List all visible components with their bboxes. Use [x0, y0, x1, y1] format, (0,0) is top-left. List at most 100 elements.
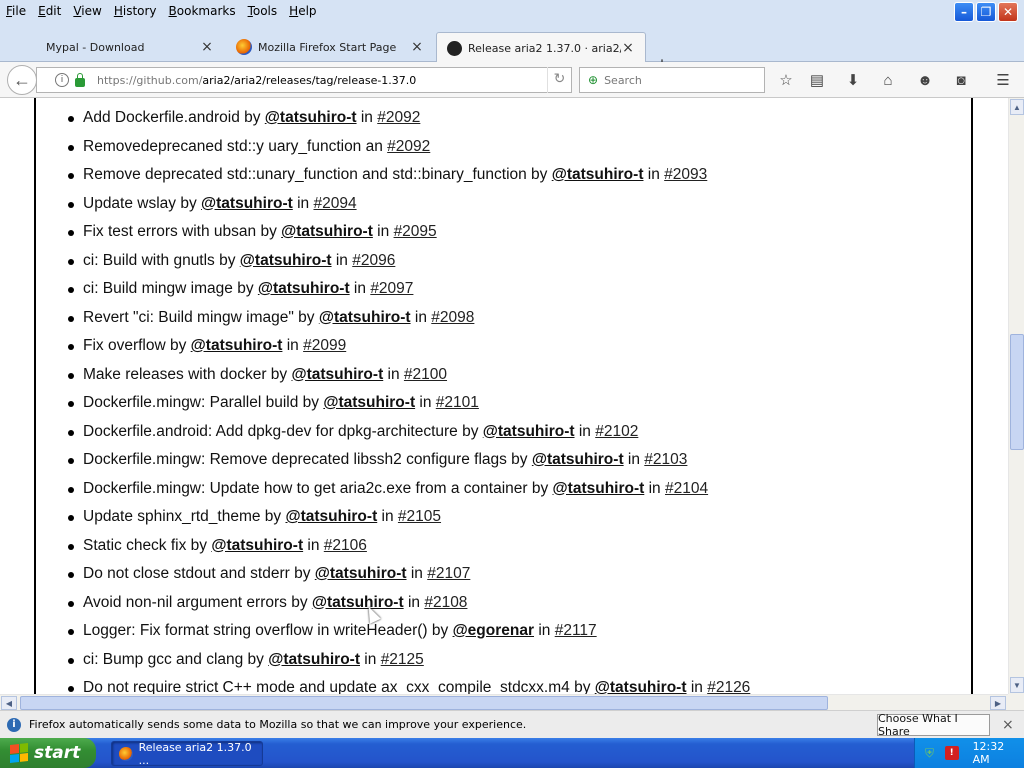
- pr-link[interactable]: #2092: [377, 109, 420, 126]
- tab-close-icon[interactable]: ×: [200, 39, 214, 55]
- pr-link[interactable]: #2105: [398, 508, 441, 525]
- taskbar: start Release aria2 1.37.0 ... ⛨ ! 12:32…: [0, 738, 1024, 768]
- restore-button[interactable]: ❐: [976, 2, 996, 22]
- scroll-left-icon[interactable]: ◀: [1, 696, 17, 710]
- author-link[interactable]: @tatsuhiro-t: [312, 594, 404, 611]
- tab-release-aria2[interactable]: Release aria2 1.37.0 · aria2/... ×: [436, 32, 646, 63]
- author-link[interactable]: @tatsuhiro-t: [268, 651, 360, 668]
- tab-close-icon[interactable]: ×: [621, 40, 635, 56]
- reading-list-icon[interactable]: ▤: [806, 69, 828, 91]
- hello-icon[interactable]: ☻: [914, 69, 936, 91]
- vertical-scroll-thumb[interactable]: [1010, 334, 1024, 450]
- author-link[interactable]: @tatsuhiro-t: [291, 366, 383, 383]
- pr-link[interactable]: #2117: [555, 622, 597, 639]
- author-link[interactable]: @tatsuhiro-t: [315, 565, 407, 582]
- menu-history[interactable]: History: [108, 4, 163, 18]
- bookmark-star-icon[interactable]: ☆: [775, 69, 797, 91]
- pr-link[interactable]: #2095: [394, 223, 437, 240]
- pr-link[interactable]: #2100: [404, 366, 447, 383]
- pocket-icon[interactable]: ◙: [950, 69, 972, 91]
- address-bar[interactable]: i https://github.com/aria2/aria2/release…: [36, 67, 572, 93]
- item-connector: in: [303, 536, 324, 554]
- author-link[interactable]: @tatsuhiro-t: [553, 480, 645, 497]
- search-input[interactable]: ⊕ Search: [579, 67, 765, 93]
- network-icon[interactable]: ⛨: [925, 746, 939, 760]
- tab-firefox-start[interactable]: Mozilla Firefox Start Page ×: [226, 32, 434, 62]
- url-text[interactable]: https://github.com/aria2/aria2/releases/…: [97, 74, 547, 87]
- author-link[interactable]: @egorenar: [453, 622, 534, 639]
- taskbar-window-label: Release aria2 1.37.0 ...: [138, 740, 252, 767]
- author-link[interactable]: @tatsuhiro-t: [201, 195, 293, 212]
- author-link[interactable]: @tatsuhiro-t: [483, 423, 575, 440]
- menu-file[interactable]: File: [0, 4, 32, 18]
- author-link[interactable]: @tatsuhiro-t: [323, 394, 415, 411]
- menu-edit[interactable]: Edit: [32, 4, 67, 18]
- reload-icon[interactable]: ↻: [547, 67, 571, 93]
- author-link[interactable]: @tatsuhiro-t: [285, 508, 377, 525]
- item-connector: in: [403, 593, 425, 611]
- item-text: Do not close stdout and stderr by: [83, 565, 315, 582]
- pr-link[interactable]: #2125: [381, 651, 424, 668]
- search-icon: ⊕: [588, 73, 599, 87]
- pr-link[interactable]: #2101: [436, 394, 479, 411]
- author-link[interactable]: @tatsuhiro-t: [258, 280, 350, 297]
- author-link[interactable]: @tatsuhiro-t: [319, 309, 411, 326]
- author-link[interactable]: @tatsuhiro-t: [281, 223, 373, 240]
- pr-link[interactable]: #2126: [707, 679, 750, 694]
- horizontal-scroll-thumb[interactable]: [20, 696, 828, 710]
- author-link[interactable]: @tatsuhiro-t: [265, 109, 357, 126]
- tab-mypal-download[interactable]: Mypal - Download ×: [30, 32, 224, 62]
- pr-link[interactable]: #2108: [424, 594, 467, 611]
- vertical-scrollbar[interactable]: ▲ ▼: [1008, 98, 1024, 694]
- item-text: Dockerfile.android: Add dpkg-dev for dpk…: [83, 422, 483, 440]
- list-item: Revert "ci: Build mingw image" by @tatsu…: [67, 306, 750, 335]
- scroll-right-icon[interactable]: ▶: [990, 696, 1006, 710]
- pr-link[interactable]: #2102: [595, 423, 638, 440]
- back-button[interactable]: ←: [7, 65, 37, 95]
- author-link[interactable]: @tatsuhiro-t: [552, 166, 644, 183]
- pr-link[interactable]: #2104: [665, 480, 708, 497]
- info-icon[interactable]: i: [55, 73, 69, 87]
- item-text: Add Dockerfile.android by: [83, 109, 265, 126]
- menu-bookmarks[interactable]: Bookmarks: [163, 4, 242, 18]
- security-icon[interactable]: !: [944, 746, 959, 760]
- pr-link[interactable]: #2106: [324, 537, 367, 554]
- item-text: Remove deprecated std::unary_function an…: [83, 166, 552, 183]
- pr-link[interactable]: #2093: [664, 166, 707, 183]
- pr-link[interactable]: #2103: [644, 451, 687, 468]
- menu-icon[interactable]: ☰: [992, 69, 1014, 91]
- scroll-down-icon[interactable]: ▼: [1010, 677, 1024, 693]
- menu-tools[interactable]: Tools: [242, 4, 284, 18]
- taskbar-window-button[interactable]: Release aria2 1.37.0 ...: [111, 740, 263, 767]
- tab-close-icon[interactable]: ×: [410, 39, 424, 55]
- pr-link[interactable]: #2098: [431, 309, 474, 326]
- start-button[interactable]: start: [0, 738, 96, 768]
- pr-link[interactable]: #2107: [427, 565, 470, 582]
- author-link[interactable]: @tatsuhiro-t: [191, 337, 283, 354]
- minimize-button[interactable]: –: [954, 2, 974, 22]
- pr-link[interactable]: #2094: [313, 195, 356, 212]
- pr-link[interactable]: #2092: [387, 138, 430, 155]
- pr-link[interactable]: #2096: [352, 252, 395, 269]
- notification-close-icon[interactable]: ×: [1002, 717, 1014, 733]
- author-link[interactable]: @tatsuhiro-t: [240, 252, 332, 269]
- scroll-up-icon[interactable]: ▲: [1010, 99, 1024, 115]
- downloads-icon[interactable]: ⬇: [842, 69, 864, 91]
- home-icon[interactable]: ⌂: [877, 69, 899, 91]
- item-connector: in: [356, 109, 378, 126]
- item-connector: in: [410, 308, 432, 326]
- author-link[interactable]: @tatsuhiro-t: [595, 679, 687, 694]
- horizontal-scrollbar[interactable]: ◀ ▶: [0, 694, 1008, 710]
- item-connector: in: [292, 194, 314, 212]
- menu-view[interactable]: View: [67, 4, 107, 18]
- pr-link[interactable]: #2097: [370, 280, 413, 297]
- close-window-button[interactable]: ✕: [998, 2, 1018, 22]
- pr-link[interactable]: #2099: [303, 337, 346, 354]
- list-item: Static check fix by @tatsuhiro-t in #210…: [67, 534, 750, 563]
- list-item: Logger: Fix format string overflow in wr…: [67, 619, 750, 648]
- author-link[interactable]: @tatsuhiro-t: [532, 451, 624, 468]
- author-link[interactable]: @tatsuhiro-t: [211, 537, 303, 554]
- menu-help[interactable]: Help: [283, 4, 322, 18]
- notification-text: Firefox automatically sends some data to…: [29, 718, 527, 731]
- choose-what-i-share-button[interactable]: Choose What I Share: [877, 712, 990, 738]
